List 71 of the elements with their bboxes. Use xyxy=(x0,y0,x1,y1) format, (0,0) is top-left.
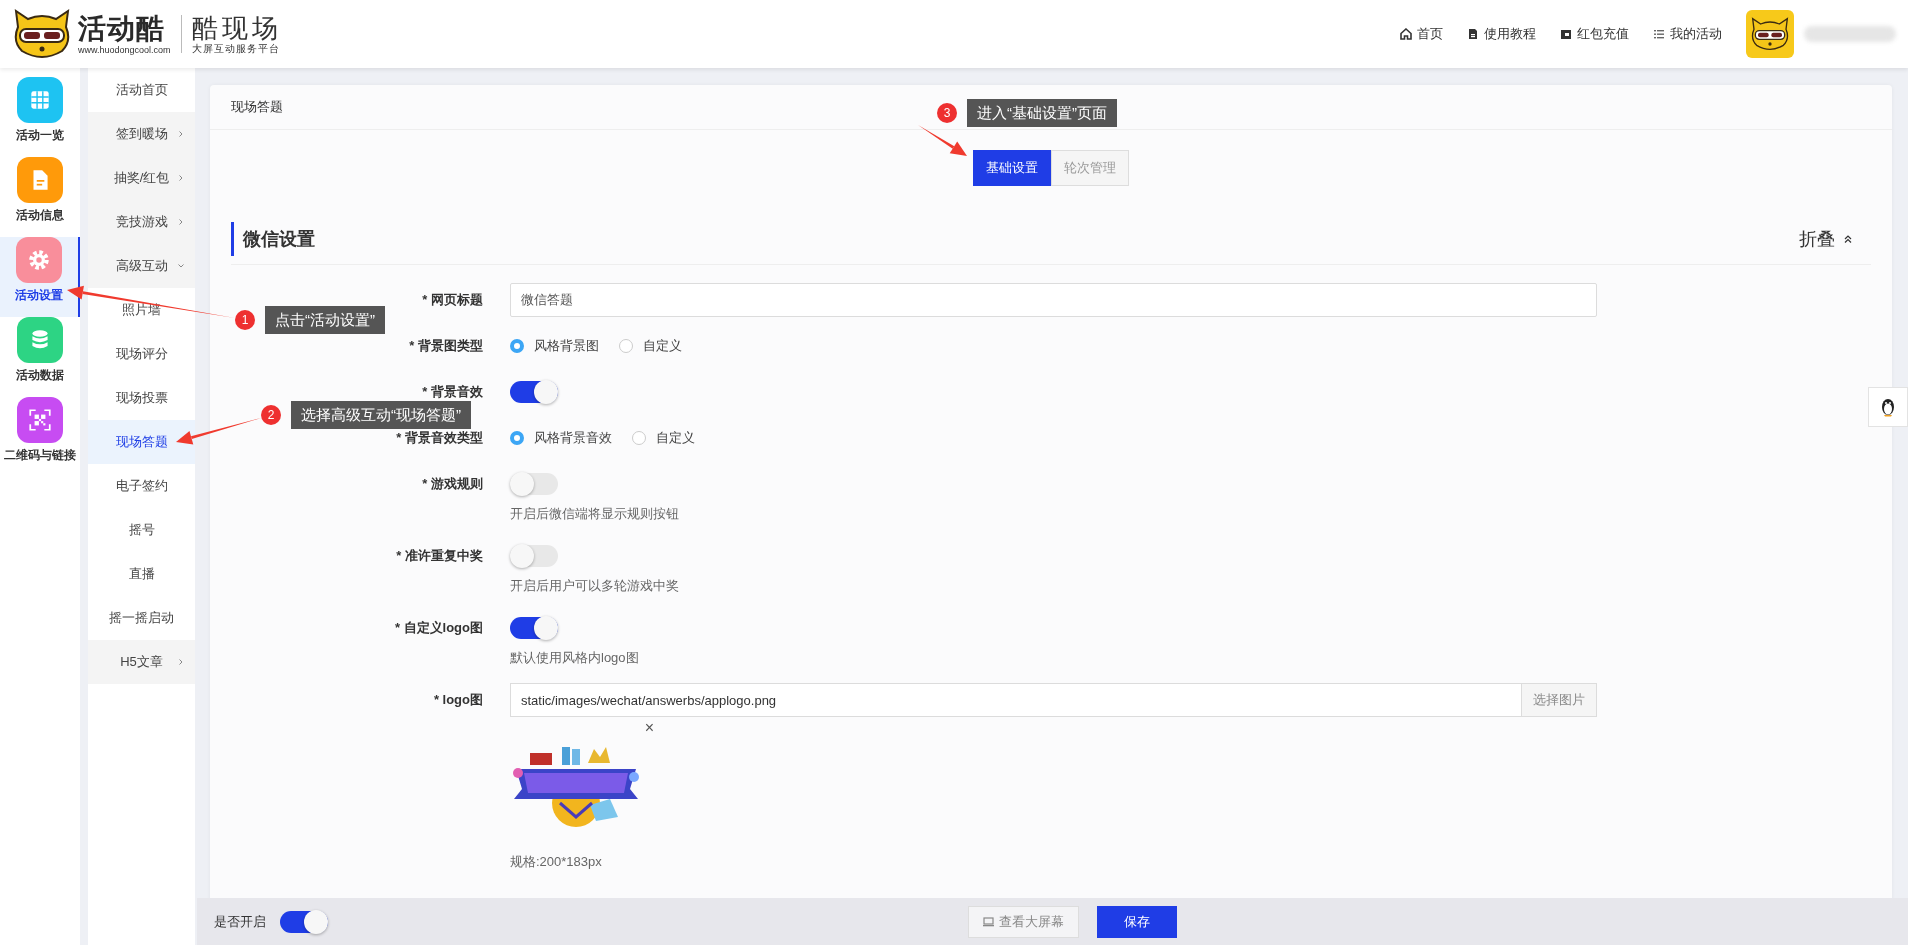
product-slogan: 大屏互动服务平台 xyxy=(191,43,280,55)
brand-name: 活动酷 xyxy=(78,12,165,45)
field-label: * logo图 xyxy=(432,691,483,709)
nav-link[interactable]: 首页 xyxy=(1400,25,1443,43)
arrow xyxy=(918,125,967,156)
chevron-icon xyxy=(177,130,185,138)
menu-item[interactable]: 现场答题 xyxy=(88,420,195,464)
mascot-logo xyxy=(12,7,72,61)
list-icon xyxy=(1653,28,1665,40)
save-button[interactable]: 保存 xyxy=(1097,905,1177,938)
section-title: 微信设置 xyxy=(231,222,315,256)
field-label: * 背景音效 xyxy=(421,383,483,401)
monitor-icon xyxy=(983,916,994,927)
field-label: * 准许重复中奖 xyxy=(395,547,483,565)
field-label: * 游戏规则 xyxy=(421,475,483,493)
menu-item[interactable]: 签到暖场 xyxy=(88,112,195,156)
file-path-field[interactable]: static/images/wechat/answerbs/applogo.png 选择图片 xyxy=(510,683,1597,717)
wallet-icon xyxy=(1560,28,1572,40)
module-item[interactable]: 二维码与链接 xyxy=(0,397,80,477)
collapse-link[interactable]: 折叠 xyxy=(1799,227,1853,251)
menu-item[interactable]: H5文章 xyxy=(88,640,195,684)
help-text: 开启后用户可以多轮游戏中奖 xyxy=(510,577,679,595)
field-label: * 网页标题 xyxy=(421,291,483,309)
field-label: * 自定义logo图 xyxy=(393,619,483,637)
penguin-icon xyxy=(1879,397,1897,417)
radio-label[interactable]: 风格背景音效 xyxy=(534,429,612,447)
radio-label[interactable]: 自定义 xyxy=(656,429,695,447)
toggle-switch[interactable] xyxy=(510,473,558,495)
nav-link[interactable]: 使用教程 xyxy=(1467,25,1536,43)
nav-link[interactable]: 我的活动 xyxy=(1653,25,1722,43)
radio-button[interactable] xyxy=(619,339,633,353)
chevron-icon xyxy=(177,174,185,182)
tab[interactable]: 基础设置 xyxy=(973,150,1051,186)
chevron-icon xyxy=(177,218,185,226)
callout-tooltip: 进入“基础设置”页面 xyxy=(967,99,1117,127)
radio-label[interactable]: 自定义 xyxy=(643,337,682,355)
radio-button[interactable] xyxy=(632,431,646,445)
enable-label: 是否开启 xyxy=(214,912,266,931)
callout-tooltip: 点击“活动设置” xyxy=(265,306,385,334)
module-item[interactable]: 活动一览 xyxy=(0,77,80,157)
home-icon xyxy=(1400,28,1412,40)
brand-url: www.huodongcool.com xyxy=(78,44,171,56)
menu-item[interactable]: 高级互动 xyxy=(88,244,195,288)
help-text: 默认使用风格内logo图 xyxy=(510,649,639,667)
remove-image-button[interactable]: × xyxy=(644,719,654,737)
user-avatar[interactable] xyxy=(1746,10,1794,58)
product-name: 酷现场 xyxy=(191,13,282,43)
radio-button[interactable] xyxy=(510,339,524,353)
help-text: 规格:200*183px xyxy=(510,853,603,871)
menu-item[interactable]: 抽奖/红包 xyxy=(88,156,195,200)
module-item[interactable]: 活动数据 xyxy=(0,317,80,397)
field-label: * 背景图类型 xyxy=(408,337,483,355)
toggle-switch[interactable] xyxy=(510,617,558,639)
help-text: 开启后微信端将显示规则按钮 xyxy=(510,505,679,523)
double-chevron-up-icon xyxy=(1843,234,1853,244)
menu-item[interactable]: 竞技游戏 xyxy=(88,200,195,244)
toggle-switch[interactable] xyxy=(510,545,558,567)
callout-tooltip: 选择高级互动“现场答题” xyxy=(291,401,471,429)
document-icon xyxy=(1467,28,1479,40)
module-item[interactable]: 活动设置 xyxy=(0,237,80,317)
text-field[interactable]: 微信答题 xyxy=(510,283,1597,317)
chevron-icon xyxy=(177,262,185,270)
module-item[interactable]: 活动信息 xyxy=(0,157,80,237)
radio-label[interactable]: 风格背景图 xyxy=(534,337,599,355)
toggle-switch[interactable] xyxy=(510,381,558,403)
radio-button[interactable] xyxy=(510,431,524,445)
support-button[interactable] xyxy=(1868,387,1908,427)
toggle-switch[interactable] xyxy=(280,910,328,933)
field-label: * 背景音效类型 xyxy=(395,429,483,447)
nav-link[interactable]: 红包充值 xyxy=(1560,25,1629,43)
chevron-icon xyxy=(177,658,185,666)
